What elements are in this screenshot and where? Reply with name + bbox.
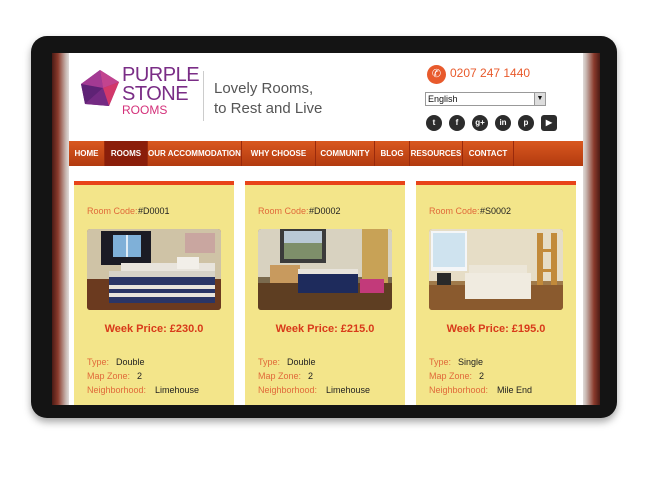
- room-code-label: Room Code:: [429, 206, 480, 216]
- nav-item-why-choose-us[interactable]: WHY CHOOSE US?: [242, 141, 315, 183]
- type-label: Type:: [258, 357, 281, 367]
- facebook-icon[interactable]: f: [449, 115, 465, 131]
- web-page: PURPLE STONE ROOMS Lovely Rooms, to Rest…: [69, 53, 583, 405]
- tablet-screen: PURPLE STONE ROOMS Lovely Rooms, to Rest…: [52, 53, 600, 405]
- google-plus-icon[interactable]: g+: [472, 115, 488, 131]
- map-zone-value: 2: [137, 371, 143, 381]
- type-value: Single: [458, 357, 484, 367]
- youtube-icon[interactable]: ▶: [541, 115, 557, 131]
- room-card[interactable]: Room Code: #S0002 Week Price: £195.0 Typ…: [416, 181, 576, 405]
- phone-number[interactable]: 0207 247 1440: [450, 66, 530, 80]
- card-top-bar: [74, 181, 234, 185]
- pinterest-icon[interactable]: p: [518, 115, 534, 131]
- language-selected-value: English: [428, 94, 458, 104]
- neighborhood-label: Neighborhood:: [258, 385, 318, 395]
- brand-name[interactable]: PURPLE STONE ROOMS: [122, 65, 200, 117]
- chevron-down-icon: ▼: [534, 93, 545, 105]
- rooms-listing: Room Code: #D0001 Week Price: £230.0 Typ…: [69, 166, 583, 405]
- nav-item-blog[interactable]: BLOG: [375, 141, 409, 166]
- neighborhood-value: Limehouse: [155, 385, 200, 395]
- tagline-line-1: Lovely Rooms,: [214, 80, 314, 97]
- main-nav: HOME ROOMS OUR ACCOMMODATION WHY CHOOSE …: [69, 141, 583, 183]
- language-select[interactable]: English ▼: [425, 92, 546, 106]
- neighborhood-value: Mile End: [497, 385, 533, 395]
- map-zone-label: Map Zone:: [87, 371, 131, 381]
- type-value: Double: [116, 357, 145, 367]
- type-label: Type:: [429, 357, 452, 367]
- nav-item-our-accommodation[interactable]: OUR ACCOMMODATION: [148, 141, 241, 166]
- nav-item-rooms[interactable]: ROOMS: [105, 141, 147, 166]
- neighborhood-value: Limehouse: [326, 385, 371, 395]
- tagline: Lovely Rooms, to Rest and Live: [214, 79, 322, 119]
- map-zone-label: Map Zone:: [258, 371, 302, 381]
- linkedin-icon[interactable]: in: [495, 115, 511, 131]
- nav-item-home[interactable]: HOME: [69, 141, 104, 166]
- room-code-value: #S0002: [480, 206, 512, 216]
- room-card[interactable]: Room Code: #D0002 Week Price: £215.0 Typ…: [245, 181, 405, 405]
- week-price: Week Price: £215.0: [275, 323, 375, 335]
- nav-item-community[interactable]: COMMUNITY: [316, 141, 374, 166]
- brand-line-stone: STONE: [122, 83, 189, 105]
- nav-divider: [513, 141, 514, 166]
- map-zone-value: 2: [479, 371, 485, 381]
- phone-icon: ✆: [427, 65, 446, 84]
- tagline-line-2: to Rest and Live: [214, 100, 323, 117]
- nav-item-resources[interactable]: RESOURCES: [410, 141, 462, 166]
- neighborhood-label: Neighborhood:: [87, 385, 147, 395]
- week-price: Week Price: £195.0: [446, 323, 546, 335]
- type-value: Double: [287, 357, 316, 367]
- room-code-label: Room Code:: [258, 206, 309, 216]
- room-code-label: Room Code:: [87, 206, 138, 216]
- room-code-value: #D0001: [138, 206, 170, 216]
- header-divider: [203, 71, 204, 121]
- map-zone-label: Map Zone:: [429, 371, 473, 381]
- neighborhood-label: Neighborhood:: [429, 385, 489, 395]
- room-card[interactable]: Room Code: #D0001 Week Price: £230.0 Typ…: [74, 181, 234, 405]
- twitter-icon[interactable]: t: [426, 115, 442, 131]
- room-photo[interactable]: [87, 229, 221, 310]
- brand-line-rooms: ROOMS: [122, 103, 168, 117]
- week-price: Week Price: £230.0: [104, 323, 204, 335]
- room-code-value: #D0002: [309, 206, 341, 216]
- map-zone-value: 2: [308, 371, 314, 381]
- room-photo[interactable]: [258, 229, 392, 310]
- card-top-bar: [245, 181, 405, 185]
- purple-gem-icon: [81, 70, 119, 106]
- card-top-bar: [416, 181, 576, 185]
- room-photo[interactable]: [429, 229, 563, 310]
- nav-item-contact[interactable]: CONTACT: [463, 141, 513, 166]
- type-label: Type:: [87, 357, 110, 367]
